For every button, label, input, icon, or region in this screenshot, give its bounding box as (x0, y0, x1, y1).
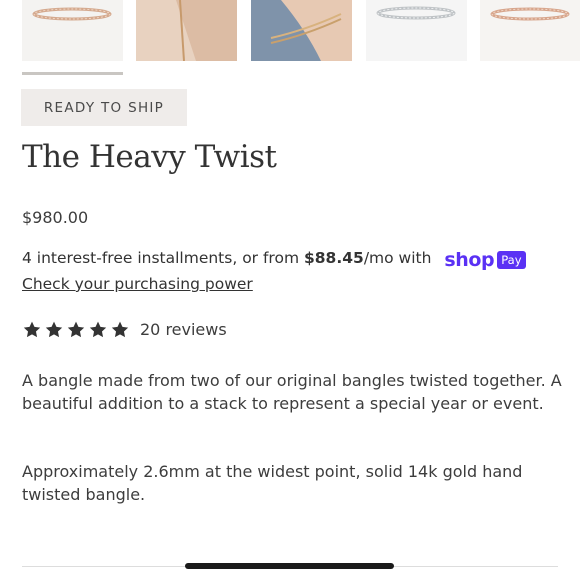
shop-pay-badge: Pay (497, 251, 526, 269)
thumbnail-bangle-white-gold[interactable] (366, 0, 467, 61)
reviews-count-link[interactable]: 20 reviews (140, 320, 227, 339)
product-price: $980.00 (22, 208, 89, 227)
product-description: A bangle made from two of our original b… (22, 371, 562, 413)
star-icon (89, 321, 107, 338)
star-icon (67, 321, 85, 338)
home-indicator[interactable] (185, 563, 394, 569)
star-icon (23, 321, 41, 338)
star-rating[interactable] (22, 320, 130, 340)
selected-thumbnail-indicator (22, 72, 123, 75)
star-icon (111, 321, 129, 338)
ready-to-ship-badge: READY TO SHIP (21, 89, 187, 126)
thumbnail-bangle-stack-on-wrist[interactable] (251, 0, 352, 61)
installments-text: 4 interest-free installments, or from $8… (22, 249, 526, 271)
installments-prefix: 4 interest-free installments, or from (22, 249, 304, 267)
shop-pay-logo[interactable]: shop Pay (444, 249, 526, 271)
thumbnail-bangle-rose-gold-2[interactable] (480, 0, 580, 61)
image-thumbnail-strip (0, 0, 580, 62)
installment-amount: $88.45 (303, 249, 364, 267)
shop-pay-wordmark: shop (444, 249, 495, 271)
product-specifications: Approximately 2.6mm at the widest point,… (22, 462, 523, 504)
star-icon (45, 321, 63, 338)
check-purchasing-power-link[interactable]: Check your purchasing power (22, 275, 253, 293)
thumbnail-bangle-on-wrist[interactable] (136, 0, 237, 61)
product-title: The Heavy Twist (22, 139, 277, 175)
thumbnail-bangle-rose-gold[interactable] (22, 0, 123, 61)
installments-suffix: /mo with (363, 249, 437, 267)
